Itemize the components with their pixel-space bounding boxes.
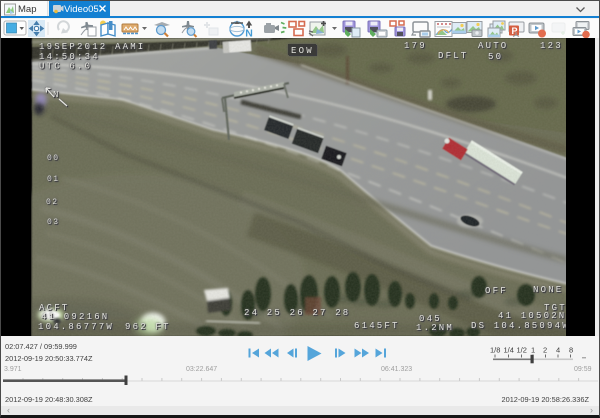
svg-text:EOW: EOW: [291, 46, 314, 56]
svg-text:50: 50: [488, 52, 503, 62]
svg-text:AAMI: AAMI: [115, 42, 145, 52]
svg-text:179: 179: [404, 41, 427, 51]
svg-text:P: P: [512, 26, 518, 36]
svg-text:02: 02: [46, 198, 59, 207]
svg-text:6145FT: 6145FT: [354, 321, 400, 331]
svg-text:OFF: OFF: [485, 286, 508, 296]
svg-text:00: 00: [47, 154, 60, 163]
svg-text:DFLT: DFLT: [438, 51, 468, 61]
svg-text:N: N: [53, 90, 61, 100]
svg-text:DS 104.85094W: DS 104.85094W: [471, 321, 570, 331]
svg-text:UTC 6.0: UTC 6.0: [39, 62, 92, 72]
svg-text:1: 1: [531, 346, 535, 355]
svg-text:24 25 26 27 28: 24 25 26 27 28: [244, 308, 350, 318]
svg-text:1/2: 1/2: [517, 346, 527, 355]
svg-text:AUTO: AUTO: [478, 41, 508, 51]
svg-text:19SEP2012: 19SEP2012: [39, 42, 107, 52]
svg-text:03: 03: [47, 218, 60, 227]
svg-text:41 09216N: 41 09216N: [41, 312, 109, 322]
svg-text:41 10502N: 41 10502N: [498, 311, 566, 321]
svg-text:NONE: NONE: [533, 285, 563, 295]
svg-text:123: 123: [540, 41, 563, 51]
svg-text:1.2NM: 1.2NM: [416, 323, 454, 333]
svg-text:1/4: 1/4: [504, 346, 514, 355]
svg-text:962 FT: 962 FT: [125, 322, 171, 332]
svg-text:14:50:34: 14:50:34: [39, 52, 100, 62]
svg-text:01: 01: [47, 175, 60, 184]
svg-text:104.86777W: 104.86777W: [38, 322, 114, 332]
svg-text:2: 2: [543, 346, 547, 355]
svg-text:1/8: 1/8: [490, 346, 500, 355]
svg-text:4: 4: [556, 346, 560, 355]
svg-text:8: 8: [569, 346, 573, 355]
